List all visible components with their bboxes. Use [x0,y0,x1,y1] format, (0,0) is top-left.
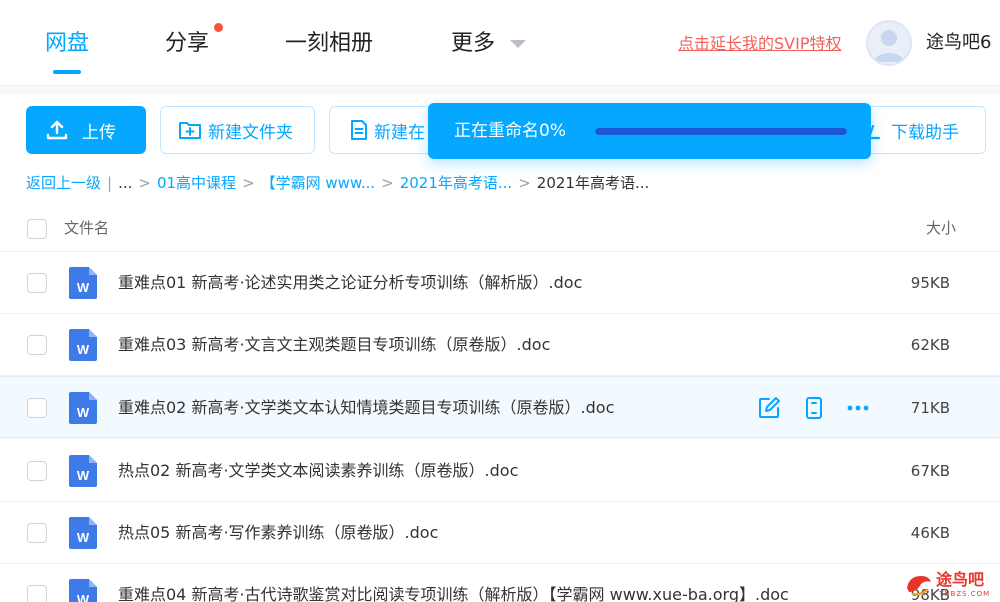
more-icon[interactable] [846,396,870,420]
row-checkbox[interactable] [27,335,47,355]
file-size: 67KB [910,462,950,480]
rename-progress-fill [595,128,847,135]
svip-renew-link[interactable]: 点击延长我的SVIP特权 [678,32,841,56]
download-helper-button[interactable]: 下载助手 [856,106,986,154]
breadcrumb-separator: > [242,174,255,192]
tab-album[interactable]: 一刻相册 [285,28,373,60]
file-name[interactable]: 热点02 新高考·文学类文本阅读素养训练（原卷版）.doc [118,459,518,483]
word-doc-icon: W [69,517,97,549]
doc-icon [351,120,367,140]
new-online-doc-button[interactable]: 新建在 [329,106,439,154]
file-name[interactable]: 重难点04 新高考·古代诗歌鉴赏对比阅读专项训练（解析版）【学霸网 www.xu… [118,583,789,602]
active-tab-indicator [53,70,81,74]
breadcrumb-back-link[interactable]: 返回上一级 [26,172,101,194]
new-folder-button[interactable]: 新建文件夹 [160,106,315,154]
phone-icon[interactable] [802,396,826,420]
file-name[interactable]: 热点05 新高考·写作素养训练（原卷版）.doc [118,521,438,545]
breadcrumb-separator: | [107,174,113,192]
file-size: 46KB [910,524,950,542]
word-doc-icon: W [69,267,97,299]
word-doc-icon: W [69,579,97,602]
row-checkbox[interactable] [27,585,47,602]
table-row[interactable]: W 重难点02 新高考·文学类文本认知情境类题目专项训练（原卷版）.doc 71… [0,376,1000,438]
file-size: 62KB [910,336,950,354]
top-navigation: 网盘 分享 一刻相册 更多 点击延长我的SVIP特权 途鸟吧6 [0,0,1000,86]
file-name[interactable]: 重难点01 新高考·论述实用类之论证分析专项训练（解析版）.doc [118,271,582,295]
user-avatar-icon [874,30,904,62]
row-checkbox[interactable] [27,398,47,418]
upload-label: 上传 [82,122,116,143]
select-all-checkbox[interactable] [27,219,47,239]
folder-plus-icon [179,122,201,139]
breadcrumb-separator: > [518,174,531,192]
breadcrumb-ellipsis[interactable]: ... [118,172,132,194]
column-header-size[interactable]: 大小 [926,217,956,239]
file-name[interactable]: 重难点02 新高考·文学类文本认知情境类题目专项训练（原卷版）.doc [118,396,614,420]
rename-progress-toast: 正在重命名0% [428,103,871,159]
row-checkbox[interactable] [27,273,47,293]
rename-progress-bar [595,128,847,135]
file-table-header: 文件名 大小 [0,206,1000,252]
breadcrumb: 返回上一级 | ... > 01高中课程 > 【学霸网 www... > 202… [26,172,649,194]
breadcrumb-item-high-school[interactable]: 01高中课程 [157,172,236,194]
svg-text:W: W [77,405,90,420]
download-helper-label: 下载助手 [891,122,959,143]
table-row[interactable]: W 重难点03 新高考·文言文主观类题目专项训练（原卷版）.doc 62KB [0,314,1000,376]
breadcrumb-current: 2021年高考语... [536,174,650,192]
new-folder-label: 新建文件夹 [208,122,293,143]
word-doc-icon: W [69,392,97,424]
breadcrumb-separator: > [138,174,151,192]
share-badge-dot [214,23,223,32]
new-online-doc-label: 新建在 [374,122,425,143]
watermark-text: 途鸟吧 [936,570,985,589]
table-row[interactable]: W 重难点04 新高考·古代诗歌鉴赏对比阅读专项训练（解析版）【学霸网 www.… [0,564,1000,602]
svg-text:W: W [77,468,90,483]
column-header-filename[interactable]: 文件名 [64,217,109,239]
word-doc-icon: W [69,329,97,361]
table-row[interactable]: W 热点05 新高考·写作素养训练（原卷版）.doc 46KB [0,502,1000,564]
watermark-logo: 途鸟吧 TNBZS.COM [903,566,995,600]
tab-share[interactable]: 分享 [165,28,209,60]
row-checkbox[interactable] [27,461,47,481]
table-row[interactable]: W 重难点01 新高考·论述实用类之论证分析专项训练（解析版）.doc 95KB [0,252,1000,314]
svg-text:W: W [77,592,90,602]
upload-icon [46,120,68,140]
tab-more[interactable]: 更多 [451,28,495,60]
username[interactable]: 途鸟吧6 [926,30,991,56]
file-size: 95KB [910,274,950,292]
file-size: 71KB [910,399,950,417]
breadcrumb-item-xueba[interactable]: 【学霸网 www... [261,172,376,194]
avatar[interactable] [866,20,912,66]
file-name[interactable]: 重难点03 新高考·文言文主观类题目专项训练（原卷版）.doc [118,333,550,357]
svg-text:W: W [77,530,90,545]
word-doc-icon: W [69,455,97,487]
divider-band [0,86,1000,94]
table-row[interactable]: W 热点02 新高考·文学类文本阅读素养训练（原卷版）.doc 67KB [0,440,1000,502]
bird-logo-icon [907,576,931,596]
svg-text:W: W [77,280,90,295]
tab-netdisk[interactable]: 网盘 [45,28,89,60]
breadcrumb-separator: > [381,174,394,192]
rename-icon[interactable] [757,396,781,420]
chevron-down-icon[interactable] [510,40,526,48]
rename-progress-text: 正在重命名0% [454,121,566,141]
row-checkbox[interactable] [27,523,47,543]
watermark-subtext: TNBZS.COM [939,590,991,598]
breadcrumb-item-2021-exam[interactable]: 2021年高考语... [400,172,512,194]
svg-text:W: W [77,342,90,357]
upload-button[interactable]: 上传 [26,106,146,154]
